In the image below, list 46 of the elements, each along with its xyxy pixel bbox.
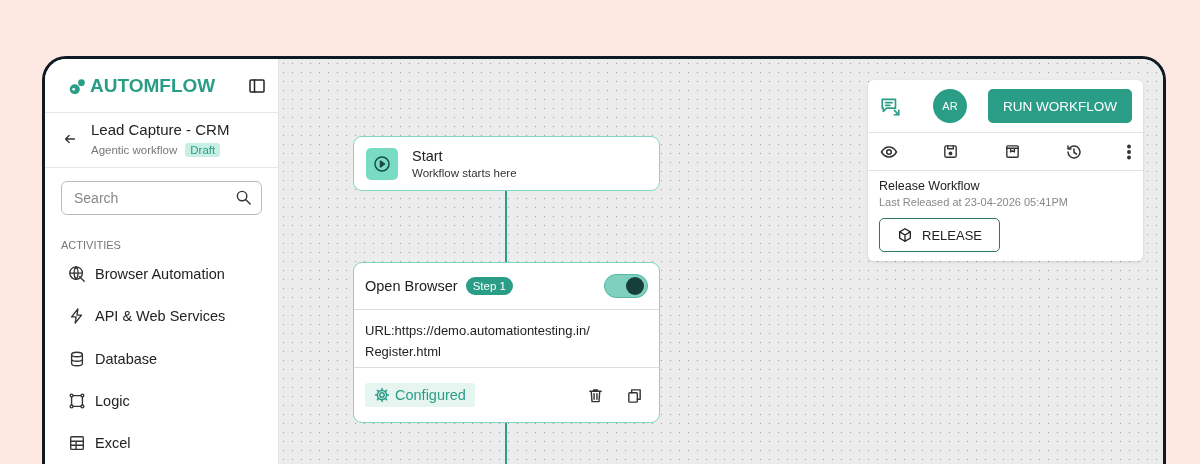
- section-heading: ACTIVITIES: [61, 239, 122, 251]
- release-title: Release Workflow: [879, 179, 981, 193]
- sidebar-toggle-button[interactable]: [248, 76, 266, 95]
- step-badge: Step 1: [465, 277, 513, 295]
- node-subtitle: Workflow starts here: [412, 167, 517, 179]
- excel-icon: [68, 433, 86, 452]
- release-button[interactable]: RELEASE: [879, 218, 1000, 252]
- activity-item[interactable]: Logic: [45, 379, 278, 422]
- node-title: Start: [412, 148, 444, 164]
- panel-icon: [248, 76, 266, 95]
- trash-icon: [587, 386, 604, 404]
- enable-toggle[interactable]: [604, 274, 648, 298]
- more-icon: [1127, 143, 1131, 160]
- save-button[interactable]: [942, 143, 960, 160]
- archive-button[interactable]: [1003, 143, 1021, 160]
- copy-icon: [626, 386, 643, 404]
- database-icon: [68, 349, 86, 368]
- history-icon: [1064, 142, 1083, 161]
- gear-icon: [374, 387, 390, 403]
- chat-arrow-icon: [880, 95, 901, 117]
- save-icon: [942, 143, 960, 160]
- brand-name: AUTOMFLOW: [90, 74, 216, 97]
- last-released-text: Last Released at 23-04-2026 05:41PM: [879, 196, 1069, 208]
- activity-item[interactable]: API & Web Services: [45, 295, 278, 338]
- duplicate-button[interactable]: [626, 386, 643, 404]
- cube-icon: [897, 227, 913, 243]
- browser-icon: [68, 265, 86, 284]
- status-badge: Draft: [185, 143, 221, 157]
- box-icon: [1003, 143, 1021, 160]
- step-node[interactable]: Open Browser Step 1 URL:https://demo.automationtesting.in/Register.html Configured: [353, 262, 660, 423]
- workflow-title: Lead Capture - CRM: [91, 121, 230, 138]
- more-button[interactable]: [1127, 143, 1131, 160]
- search-field[interactable]: Search: [61, 181, 262, 215]
- logic-icon: [68, 391, 86, 410]
- activity-item[interactable]: Browser Automation: [45, 253, 278, 296]
- history-button[interactable]: [1064, 142, 1083, 161]
- delete-button[interactable]: [587, 386, 604, 404]
- workflow-type: Agentic workflow: [91, 144, 178, 156]
- activity-item[interactable]: Excel: [45, 421, 278, 464]
- start-node[interactable]: Start Workflow starts here: [353, 136, 660, 191]
- search-icon: [235, 189, 252, 206]
- activity-item[interactable]: Database: [45, 337, 278, 380]
- node-detail: URL:https://demo.automationtesting.in/Register.html: [354, 310, 659, 368]
- node-title: Open Browser: [365, 278, 458, 294]
- comment-button[interactable]: [880, 95, 901, 117]
- play-circle-drawing: [373, 154, 391, 173]
